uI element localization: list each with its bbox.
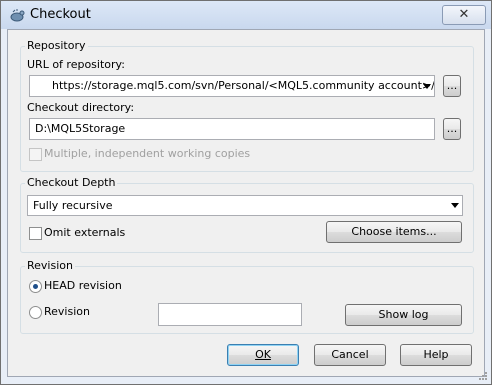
revision-radio[interactable] <box>29 306 42 319</box>
cancel-button[interactable]: Cancel <box>314 344 386 366</box>
checkout-dir-value: D:\MQL5Storage <box>35 122 126 135</box>
window-title: Checkout <box>30 7 91 22</box>
show-log-button[interactable]: Show log <box>345 304 462 326</box>
close-icon: ✕ <box>458 7 470 22</box>
help-button[interactable]: Help <box>400 344 472 366</box>
depth-group-title: Checkout Depth <box>25 176 118 189</box>
repository-group-title: Repository <box>25 39 88 52</box>
chevron-down-icon[interactable] <box>451 203 459 208</box>
head-revision-radio[interactable] <box>29 280 42 293</box>
url-browse-label: ... <box>446 79 458 92</box>
radio-selected-dot <box>33 284 38 289</box>
head-revision-label: HEAD revision <box>44 279 122 292</box>
cancel-label: Cancel <box>331 348 369 361</box>
revision-input[interactable] <box>158 303 302 326</box>
url-value: https://storage.mql5.com/svn/Personal/<M… <box>52 79 435 92</box>
help-label: Help <box>423 348 449 361</box>
url-label: URL of repository: <box>27 58 125 71</box>
depth-select[interactable]: Fully recursive <box>27 195 463 216</box>
omit-externals-label: Omit externals <box>44 226 126 239</box>
dir-browse-label: ... <box>446 122 458 135</box>
checkout-dir-label: Checkout directory: <box>27 101 135 114</box>
dir-browse-button[interactable]: ... <box>443 118 461 140</box>
multiple-copies-label: Multiple, independent working copies <box>44 147 251 160</box>
ok-button[interactable]: OK <box>227 344 299 366</box>
ok-label: OK <box>255 348 271 361</box>
checkout-dir-input[interactable]: D:\MQL5Storage <box>29 118 435 140</box>
url-combobox[interactable]: https://storage.mql5.com/svn/Personal/<M… <box>29 75 435 97</box>
choose-items-button[interactable]: Choose items... <box>326 221 462 243</box>
chevron-down-icon[interactable] <box>423 84 431 89</box>
multiple-copies-checkbox[interactable] <box>29 148 42 161</box>
omit-externals-checkbox[interactable] <box>29 227 42 240</box>
show-log-label: Show log <box>378 308 429 321</box>
title-bar: Checkout ✕ <box>1 1 491 29</box>
depth-selected: Fully recursive <box>33 199 113 212</box>
close-button[interactable]: ✕ <box>442 5 486 25</box>
revision-group-title: Revision <box>25 259 75 272</box>
tortoise-icon <box>10 9 25 22</box>
choose-items-label: Choose items... <box>351 225 437 238</box>
revision-label: Revision <box>44 305 90 318</box>
resize-grip-icon[interactable] <box>478 371 488 381</box>
url-browse-button[interactable]: ... <box>443 75 461 97</box>
